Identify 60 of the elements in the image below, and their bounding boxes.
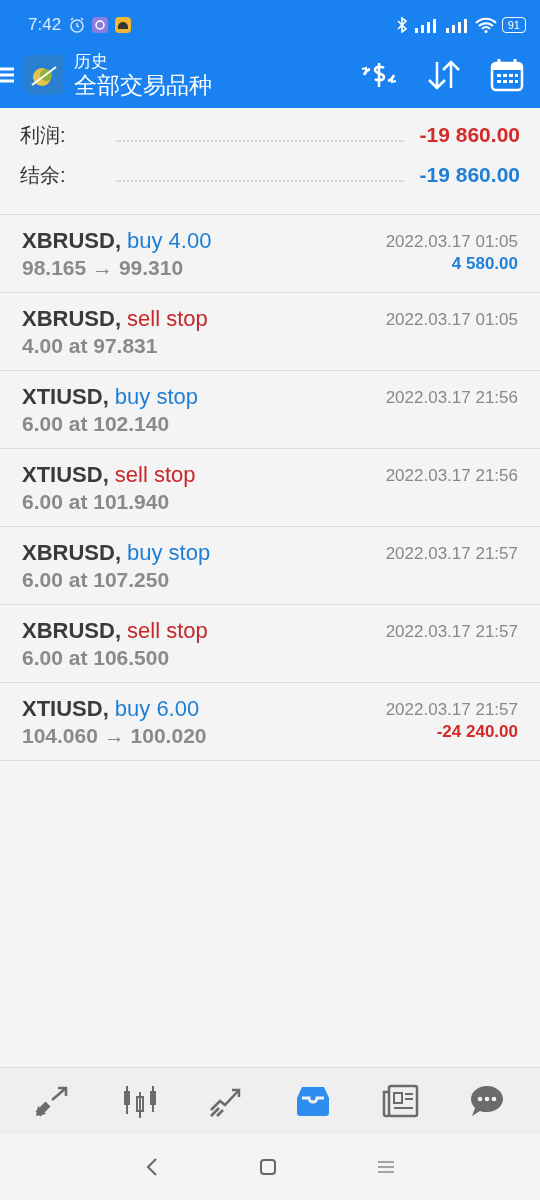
- newspaper-icon[interactable]: [380, 1084, 419, 1118]
- deal-detail: 98.165 → 99.310: [22, 255, 184, 280]
- deal-time: 2022.03.17 21:57: [385, 622, 518, 642]
- bluetooth-icon: [395, 16, 408, 34]
- deal-symbol: XTIUSD,: [22, 383, 109, 410]
- deal-time: 2022.03.17 21:56: [385, 388, 518, 408]
- summary-label: 利润:: [20, 123, 66, 148]
- candlestick-icon[interactable]: [121, 1084, 159, 1118]
- deal-row[interactable]: XBRUSD, buy 4.00 98.165 → 99.310 2022.03.17 01:05 4 580.00: [0, 215, 540, 293]
- deal-detail: 104.060 → 100.020: [22, 723, 207, 748]
- deal-row[interactable]: XTIUSD, buy stop 6.00 at 102.140 2022.03.17 21:56: [0, 371, 540, 449]
- deal-time: 2022.03.17 21:56: [385, 466, 518, 486]
- deal-action: buy 6.00: [114, 695, 200, 722]
- home-icon[interactable]: [259, 1158, 277, 1176]
- signal-icon: [443, 17, 470, 33]
- deal-detail: 6.00 at 102.140: [22, 411, 170, 436]
- deal-action: buy 4.00: [127, 227, 212, 254]
- summary-value: -19 860.00: [419, 123, 520, 147]
- deal-row[interactable]: XTIUSD, buy 6.00 104.060 → 100.020 2022.03.17 21:57 -24 240.00: [0, 683, 540, 761]
- deal-profit: -24 240.00: [436, 722, 518, 742]
- deal-symbol: XBRUSD,: [22, 539, 121, 566]
- deal-symbol: XTIUSD,: [22, 695, 109, 722]
- summary-value: -19 860.00: [419, 163, 520, 187]
- status-time: 7:42: [28, 15, 62, 35]
- deal-detail: 6.00 at 101.940: [22, 489, 170, 514]
- app-logo-icon: [24, 55, 64, 95]
- deal-action: sell stop: [127, 617, 208, 644]
- signal-icon: [412, 17, 439, 33]
- deal-profit: 4 580.00: [451, 254, 518, 274]
- menu-icon[interactable]: [0, 65, 14, 85]
- deal-detail: 6.00 at 107.250: [22, 567, 170, 592]
- summary-label: 结余:: [20, 163, 66, 188]
- deal-action: buy stop: [114, 383, 198, 410]
- deal-action: sell stop: [114, 461, 196, 488]
- wifi-icon: [474, 17, 497, 33]
- deal-action: buy stop: [127, 539, 211, 566]
- back-icon[interactable]: [145, 1157, 159, 1177]
- deal-row[interactable]: XTIUSD, sell stop 6.00 at 101.940 2022.03.17 21:56: [0, 449, 540, 527]
- deal-row[interactable]: XBRUSD, buy stop 6.00 at 107.250 2022.03.17 21:57: [0, 527, 540, 605]
- alarm-icon: [68, 16, 87, 34]
- screen-title: 历史: [74, 52, 108, 72]
- deal-action: sell stop: [127, 305, 208, 332]
- deal-time: 2022.03.17 21:57: [385, 544, 518, 564]
- sort-icon[interactable]: [426, 59, 462, 91]
- deal-symbol: XBRUSD,: [22, 305, 121, 332]
- symbol-filter[interactable]: 全部交易品种: [74, 71, 212, 98]
- deal-time: 2022.03.17 21:57: [385, 700, 518, 720]
- deal-row[interactable]: XBRUSD, sell stop 6.00 at 106.500 2022.03.17 21:57: [0, 605, 540, 683]
- app-notification-icon: [114, 16, 133, 34]
- deal-row[interactable]: XBRUSD, sell stop 4.00 at 97.831 2022.03.17 01:05: [0, 293, 540, 371]
- deal-time: 2022.03.17 01:05: [385, 310, 518, 330]
- calendar-icon[interactable]: [490, 58, 524, 92]
- app-notification-icon: [91, 16, 110, 34]
- deal-detail: 4.00 at 97.831: [22, 333, 158, 358]
- battery-indicator: 91: [501, 17, 526, 33]
- deal-symbol: XBRUSD,: [22, 617, 121, 644]
- deal-time: 2022.03.17 01:05: [385, 232, 518, 252]
- deal-detail: 6.00 at 106.500: [22, 645, 170, 670]
- deal-symbol: XTIUSD,: [22, 461, 109, 488]
- deal-symbol: XBRUSD,: [22, 227, 121, 254]
